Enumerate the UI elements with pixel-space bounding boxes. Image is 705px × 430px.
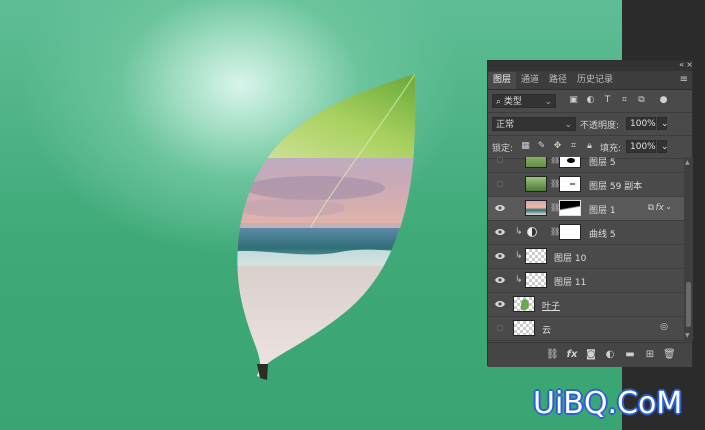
chevron-down-icon[interactable]: ⌄ — [665, 202, 672, 211]
layer-mask-thumbnail[interactable] — [559, 157, 581, 168]
layer-thumbnail — [513, 296, 535, 312]
layer-thumbnail — [525, 176, 547, 192]
trash-icon[interactable]: 🗑︎ — [663, 349, 676, 360]
layer-thumbnail — [513, 320, 535, 336]
layer-row[interactable]: ↳ 图层 10 — [488, 245, 684, 269]
opacity-slider-button[interactable]: ⌄ — [657, 117, 669, 130]
lock-all-icon[interactable]: 🔒︎ — [584, 141, 595, 152]
site-watermark-logo: UiBQ.CoM — [533, 386, 683, 421]
smart-filter-icon[interactable]: ⧉ — [648, 203, 654, 213]
visibility-toggle[interactable] — [497, 325, 503, 331]
visibility-toggle[interactable] — [497, 157, 503, 163]
chevron-down-icon: ⌄ — [564, 120, 572, 130]
layer-name[interactable]: 图层 11 — [554, 275, 586, 288]
lock-artboard-icon[interactable]: ⌗ — [568, 141, 579, 152]
add-style-icon[interactable]: fx — [566, 349, 578, 360]
link-layers-icon[interactable]: ⛓ — [546, 349, 559, 360]
layer-name[interactable]: 图层 1 — [589, 203, 616, 216]
layer-row[interactable]: ↳ 图层 11 — [488, 269, 684, 293]
layer-thumbnail — [525, 157, 547, 168]
layer-name[interactable]: 图层 59 副本 — [589, 179, 642, 192]
tab-layers[interactable]: 图层 — [488, 72, 517, 89]
chevron-down-icon: ⌄ — [544, 97, 552, 107]
new-layer-icon[interactable]: ⊞ — [644, 349, 656, 360]
add-mask-icon[interactable]: ◙ — [585, 349, 597, 360]
layer-name[interactable]: 图层 10 — [554, 251, 586, 264]
layer-mask-thumbnail[interactable] — [559, 224, 581, 240]
layer-name[interactable]: 云 — [542, 323, 551, 336]
panel-bottom-toolbar: ⛓ fx ◙ ◐ ▬ ⊞ 🗑︎ — [488, 342, 692, 367]
layer-row[interactable]: 云 ◎ — [488, 317, 684, 341]
visibility-toggle[interactable] — [497, 181, 503, 187]
smart-object-icon: ◎ — [660, 322, 668, 332]
eye-icon[interactable] — [495, 300, 505, 308]
layer-row[interactable]: ↳ ⛓ 曲线 5 — [488, 221, 684, 245]
search-icon: ⌕ — [496, 97, 504, 107]
eye-icon[interactable] — [495, 228, 505, 236]
scroll-up-icon[interactable]: ▲ — [685, 159, 690, 166]
layer-row[interactable]: 叶子 — [488, 293, 684, 317]
close-icon[interactable]: × — [686, 60, 693, 69]
layers-scrollbar[interactable]: ▲ ▼ — [684, 157, 693, 341]
panel-menu-icon[interactable]: ≡ — [680, 74, 688, 85]
lock-position-icon[interactable]: ✥ — [552, 141, 563, 152]
clipping-mask-icon: ↳ — [515, 251, 523, 261]
filter-smartobject-icon[interactable]: ⧉ — [636, 95, 647, 106]
tab-history[interactable]: 历史记录 — [572, 72, 618, 89]
filter-row: ⌕ 类型 ⌄ ▣ ◐ T ⌗ ⧉ ● — [488, 90, 692, 113]
scrollbar-thumb[interactable] — [686, 282, 691, 327]
blend-row: 正常 ⌄ 不透明度: 100% ⌄ — [488, 113, 692, 136]
fill-slider-button[interactable]: ⌄ — [657, 140, 669, 153]
layer-name[interactable]: 曲线 5 — [589, 227, 616, 240]
layers-list: ⛓ 图层 5 ⛓ 图层 59 副本 ⛓ 图层 1 ⧉ fx ⌄ ↳ ⛓ 曲线 5… — [488, 157, 684, 341]
eye-icon[interactable] — [495, 252, 505, 260]
filter-toggle-icon[interactable]: ● — [658, 95, 669, 106]
opacity-label: 不透明度: — [580, 121, 620, 131]
filter-type-icon[interactable]: T — [602, 95, 613, 106]
new-group-folder-icon[interactable]: ▬ — [624, 349, 636, 360]
panel-tabs: 图层 通道 路径 历史记录 ≡ — [488, 71, 692, 90]
layer-name[interactable]: 叶子 — [542, 299, 560, 312]
blend-mode-select[interactable]: 正常 ⌄ — [492, 117, 576, 131]
layer-thumbnail — [525, 248, 547, 264]
new-adjustment-icon[interactable]: ◐ — [604, 349, 616, 360]
layers-panel: « × 图层 通道 路径 历史记录 ≡ ⌕ 类型 ⌄ ▣ ◐ T ⌗ ⧉ ● 正… — [487, 60, 693, 367]
layer-row-selected[interactable]: ⛓ 图层 1 ⧉ fx ⌄ — [488, 197, 684, 221]
filter-adjustment-icon[interactable]: ◐ — [585, 95, 596, 106]
lock-label: 锁定: — [492, 144, 514, 154]
fill-field[interactable]: 100% — [626, 140, 656, 153]
collapse-icon[interactable]: « — [679, 60, 684, 69]
lock-pixels-icon[interactable]: ✎ — [536, 141, 547, 152]
layer-row[interactable]: ⛓ 图层 59 副本 — [488, 173, 684, 197]
eye-icon[interactable] — [495, 276, 505, 284]
clipping-mask-icon: ↳ — [515, 275, 523, 285]
eye-icon[interactable] — [495, 204, 505, 212]
scroll-down-icon[interactable]: ▼ — [685, 332, 690, 339]
layer-thumbnail — [525, 272, 547, 288]
tab-channels[interactable]: 通道 — [516, 72, 544, 89]
blend-mode-value: 正常 — [496, 120, 515, 130]
tab-paths[interactable]: 路径 — [544, 72, 572, 89]
clipping-mask-icon: ↳ — [515, 227, 523, 237]
filter-pixel-icon[interactable]: ▣ — [568, 95, 579, 106]
filter-shape-icon[interactable]: ⌗ — [619, 95, 630, 106]
fill-label: 填充: — [600, 144, 622, 154]
filter-kind-select[interactable]: ⌕ 类型 ⌄ — [492, 94, 556, 108]
layer-mask-thumbnail[interactable] — [559, 200, 581, 216]
opacity-field[interactable]: 100% — [626, 117, 656, 130]
layer-mask-thumbnail[interactable] — [559, 176, 581, 192]
layer-row[interactable]: ⛓ 图层 5 — [488, 157, 684, 173]
leaf-artwork — [237, 74, 416, 380]
layer-fx-badge[interactable]: fx — [656, 203, 665, 213]
layer-name[interactable]: 图层 5 — [589, 157, 616, 168]
curves-adjustment-icon — [527, 227, 537, 237]
panel-titlebar: « × — [488, 60, 693, 71]
lock-transparency-icon[interactable]: ▦ — [520, 141, 531, 152]
layer-thumbnail — [525, 200, 547, 216]
filter-kind-value: 类型 — [503, 97, 522, 107]
lock-row: 锁定: ▦ ✎ ✥ ⌗ 🔒︎ 填充: 100% ⌄ — [488, 136, 692, 159]
